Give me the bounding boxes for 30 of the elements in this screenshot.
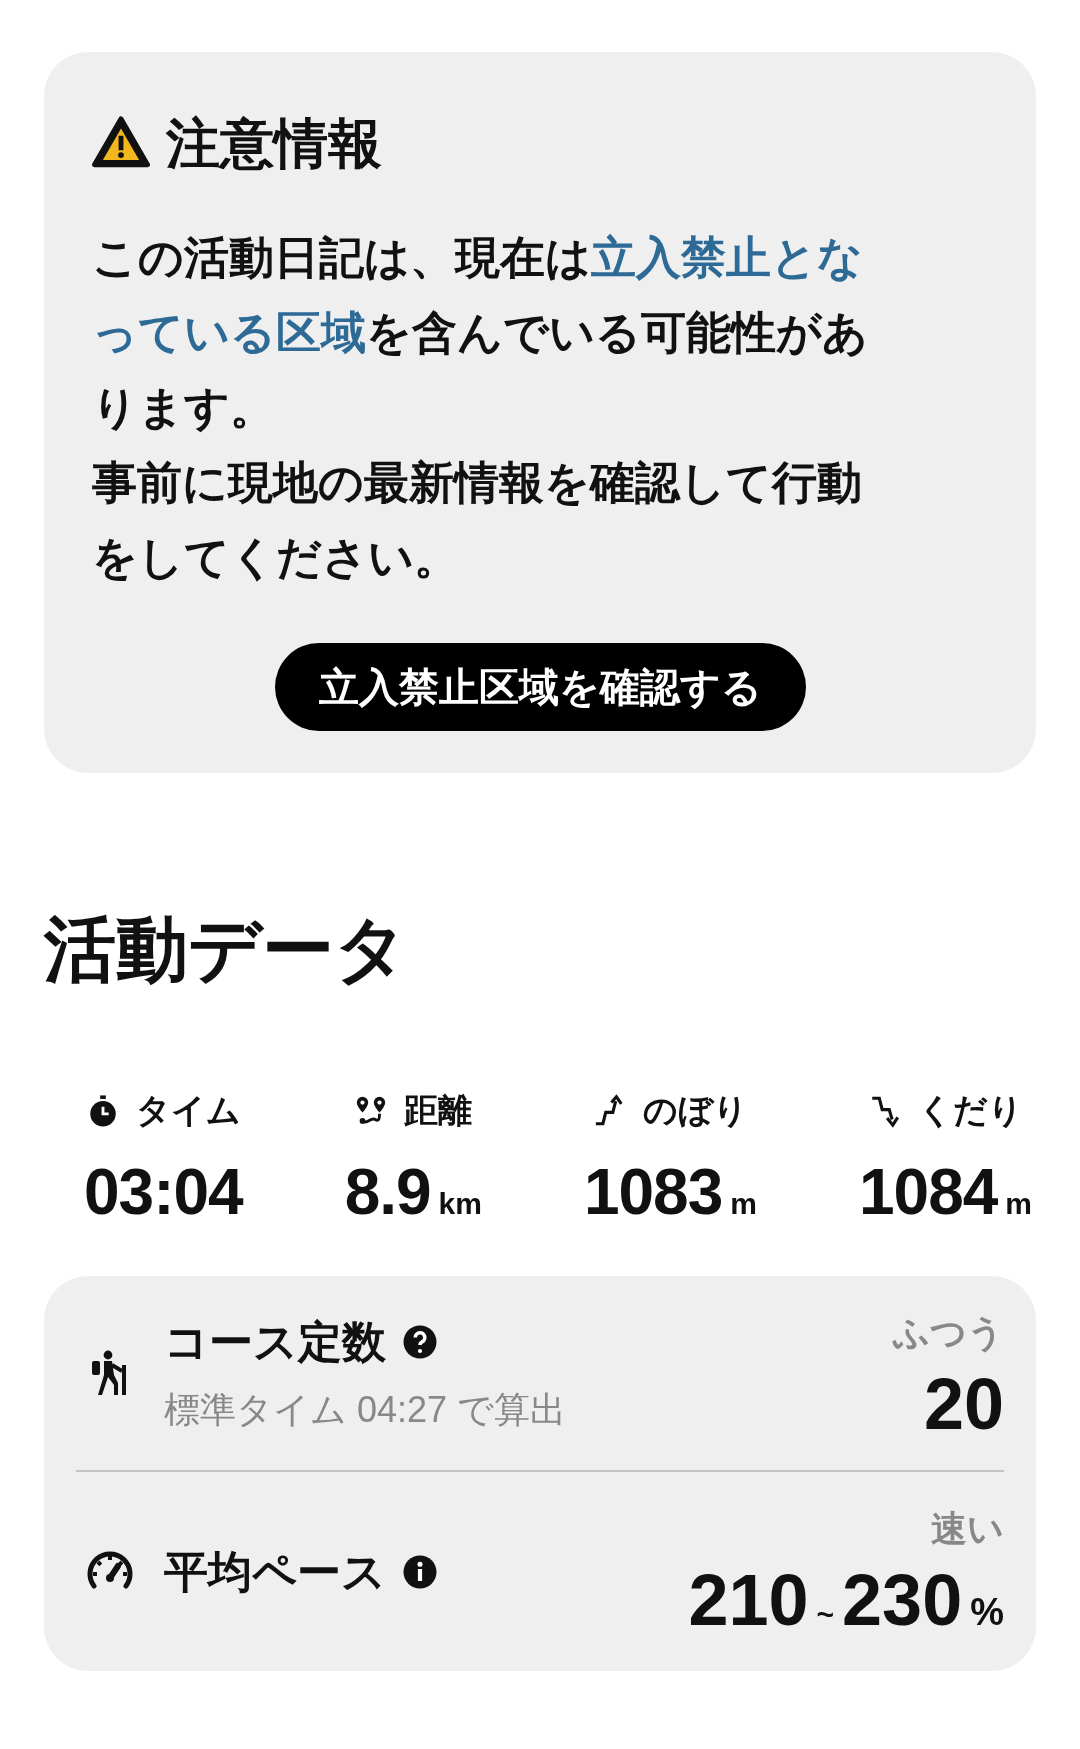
stat-value: 03:04 (84, 1160, 243, 1224)
stat-label: 距離 (404, 1090, 473, 1131)
range-tilde: ~ (816, 1597, 835, 1633)
metric-rating: ふつう (893, 1311, 1004, 1355)
stat-label: タイム (135, 1090, 241, 1131)
stat-unit: m (1005, 1186, 1032, 1222)
section-title: 活動データ (44, 913, 409, 985)
restricted-area-link[interactable]: 立入禁止とな (591, 232, 863, 283)
metric-subtitle: 標準タイム 04:27 で算出 (164, 1388, 568, 1432)
notice-title: 注意情報 (166, 116, 382, 170)
stat-unit: km (438, 1186, 482, 1222)
metric-unit: % (970, 1590, 1004, 1635)
check-restricted-area-button[interactable]: 立入禁止区域を確認する (274, 643, 806, 731)
metric-value: 210 (688, 1564, 809, 1636)
stat-unit: m (730, 1186, 757, 1222)
stat-value: 1083 (583, 1160, 723, 1224)
stat-value: 1084 (858, 1160, 998, 1224)
metric-title: 平均ペース (164, 1545, 386, 1598)
stat-value: 8.9 (344, 1160, 431, 1224)
metric-value: 230 (842, 1564, 963, 1636)
stat-label: くだり (917, 1090, 1023, 1131)
info-icon[interactable] (402, 1553, 438, 1590)
metric-rating: 速い (931, 1507, 1004, 1551)
metric-value: 20 (923, 1368, 1004, 1440)
notice-text: 事前に現地の最新情報を確認して行動をしてください。 (92, 456, 863, 585)
stat-label: のぼり (642, 1090, 748, 1131)
restricted-area-link[interactable]: っている区域 (92, 307, 366, 358)
notice-text: この活動日記は、現在は立入禁止とな っている区域を含んでいる可能性があります。 (92, 231, 869, 435)
metric-title: コース定数 (164, 1316, 386, 1368)
help-icon[interactable] (402, 1324, 438, 1360)
